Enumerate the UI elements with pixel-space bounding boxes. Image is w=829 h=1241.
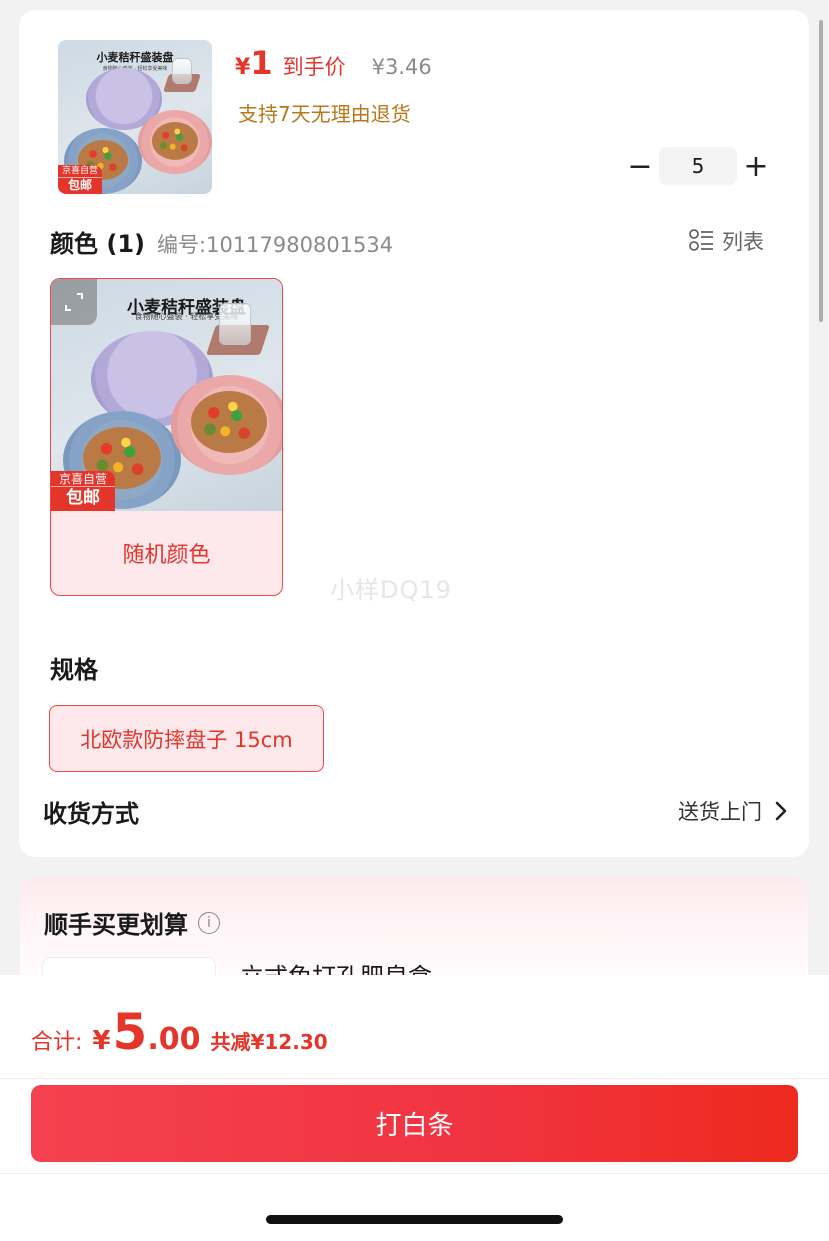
total-currency: ¥ [92,1026,111,1056]
product-thumbnail[interactable]: 小麦秸秆盛装盘 食物随心盛装 · 轻松享受美味 京喜自营 包邮 [58,40,212,194]
jd-badge: 京喜自营 包邮 [51,471,115,511]
spec-section-title: 规格 [50,656,98,684]
glass [172,58,192,84]
price-row: ¥ 1 到手价 ¥3.46 [235,44,432,84]
info-icon[interactable]: i [198,911,220,934]
delivery-method-value-wrap: 送货上门 [678,796,788,826]
color-section-header: 颜色 (1) 编号: 10117980801534 [50,224,393,259]
list-icon [689,229,713,251]
jd-badge-top: 京喜自营 [58,165,102,178]
delivery-method-row[interactable]: 收货方式 送货上门 [43,788,788,834]
final-price: 1 [250,44,273,82]
jd-badge-bottom: 包邮 [67,177,92,192]
jd-badge-bottom: 包邮 [66,488,100,509]
total-savings: 共减¥12.30 [210,1030,328,1054]
final-price-label: 到手价 [282,55,346,79]
pay-with-baitiao-button[interactable]: 打白条 [31,1085,798,1162]
delivery-method-label: 收货方式 [43,799,139,828]
quantity-stepper: − + [626,146,770,186]
upsell-title: 顺手买更划算 [44,911,188,939]
delivery-method-value: 送货上门 [678,800,762,824]
spec-option-15cm[interactable]: 北欧款防摔盘子 15cm [49,705,324,772]
expand-icon [65,293,83,311]
original-price: ¥3.46 [371,55,432,79]
product-code-label: 编号: [157,233,207,257]
color-option-random[interactable]: 小麦秸秆盛装盘 食物随心盛装 · 轻松享受美味 京喜自营 包邮 随机颜色 [50,278,283,596]
scrollbar[interactable] [819,20,823,322]
expand-image-button[interactable] [51,279,97,325]
quantity-decrease-button[interactable]: − [626,146,654,186]
total-amount-integer: 5 [112,1003,148,1061]
list-view-label: 列表 [722,230,764,254]
jd-badge: 京喜自营 包邮 [58,164,102,194]
divider [0,1173,829,1174]
quantity-input[interactable] [659,147,737,185]
glass [219,303,251,345]
upsell-header: 顺手买更划算 i [44,905,220,940]
product-code: 10117980801534 [206,233,394,257]
total-amount-decimal: .00 [147,1022,201,1057]
list-view-toggle[interactable]: 列表 [688,226,764,256]
return-policy: 支持7天无理由退货 [238,102,411,126]
price-currency: ¥ [235,55,251,80]
color-option-label: 随机颜色 [122,543,211,568]
food [191,391,267,453]
home-indicator [266,1215,563,1224]
chevron-right-icon [775,801,787,821]
checkout-footer: 合计: ¥ 5 .00 共减¥12.30 打白条 [0,975,829,1241]
total-row: 合计: ¥ 5 .00 共减¥12.30 [31,1003,328,1061]
divider [0,1078,829,1079]
jd-badge-top: 京喜自营 [51,471,115,488]
total-label: 合计: [31,1030,83,1055]
food [152,122,198,160]
option-banner-sub: 食物随心盛装 · 轻松享受美味 [134,312,239,322]
watermark: 小样DQ19 [330,576,452,604]
quantity-increase-button[interactable]: + [742,146,770,186]
color-section-title: 颜色 (1) [50,230,145,258]
